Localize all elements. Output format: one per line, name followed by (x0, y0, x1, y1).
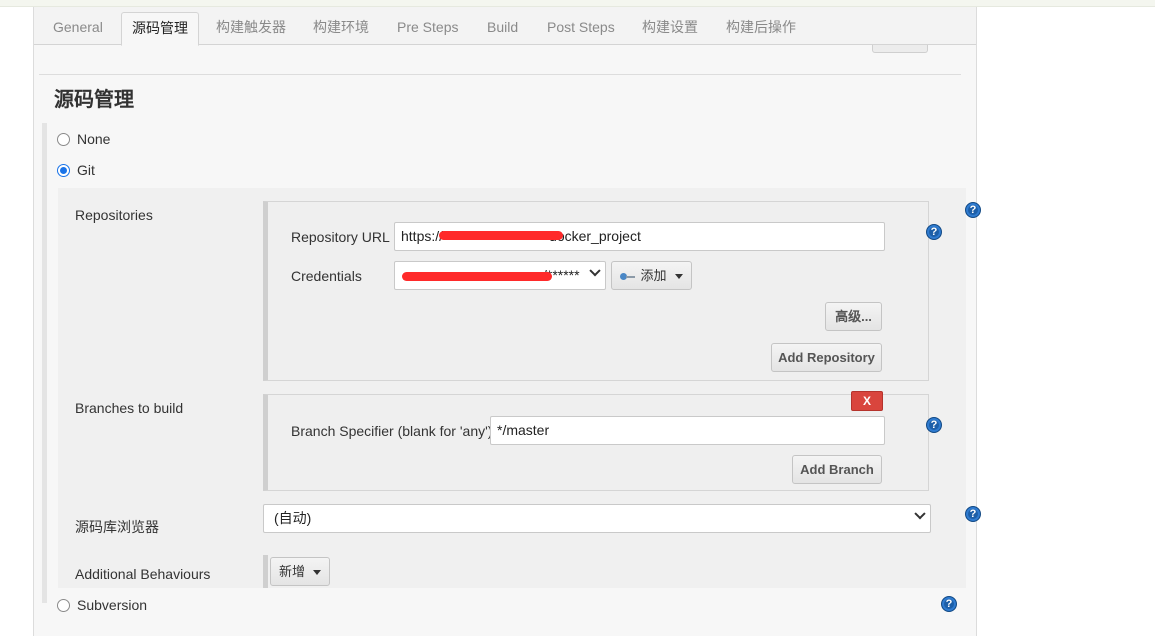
add-credentials-label: 添加 (640, 268, 667, 283)
caret-down-icon (313, 570, 321, 576)
caret-down-icon (674, 274, 683, 280)
repository-url-value: https:// (401, 228, 444, 244)
radio-subversion-label: Subversion (77, 597, 148, 613)
scm-option-git[interactable]: Git (57, 162, 95, 178)
tab-general[interactable]: General (43, 12, 113, 46)
tab-build-settings[interactable]: 构建设置 (632, 12, 708, 46)
add-credentials-button[interactable]: 添加 (611, 261, 692, 290)
partial-button[interactable] (872, 45, 928, 53)
repository-browser-select[interactable]: (自动) (263, 504, 931, 533)
repositories-help-icon[interactable]: ? (965, 202, 981, 218)
repository-url-help-icon[interactable]: ? (926, 224, 942, 240)
tab-build-triggers[interactable]: 构建触发器 (206, 12, 296, 46)
behaviours-group: 新增 (263, 555, 333, 588)
radio-subversion[interactable] (57, 598, 70, 612)
redaction-mark (439, 231, 563, 240)
section-left-bar (42, 123, 47, 603)
scm-option-subversion[interactable]: Subversion (57, 597, 147, 613)
repository-browser-label: 源码库浏览器 (75, 519, 159, 535)
repository-browser-help-icon[interactable]: ? (965, 506, 981, 522)
add-behaviour-label: 新增 (278, 564, 305, 579)
tab-scm[interactable]: 源码管理 (121, 12, 199, 46)
key-icon (620, 272, 636, 281)
delete-branch-button[interactable]: X (851, 391, 883, 411)
tab-bar: General 源码管理 构建触发器 构建环境 Pre Steps Build … (34, 7, 976, 46)
branch-specifier-label: Branch Specifier (blank for 'any') (291, 423, 493, 439)
scm-option-none[interactable]: None (57, 131, 110, 147)
branches-label: Branches to build (75, 400, 184, 416)
config-panel: General 源码管理 构建触发器 构建环境 Pre Steps Build … (33, 7, 981, 636)
tab-post-steps[interactable]: Post Steps (537, 12, 625, 46)
add-branch-button[interactable]: Add Branch (792, 455, 882, 484)
branch-specifier-help-icon[interactable]: ? (926, 417, 942, 433)
git-options: Repositories Repository URL https://dock… (58, 188, 981, 588)
repository-url-label: Repository URL (291, 229, 390, 245)
add-behaviour-button[interactable]: 新增 (270, 557, 330, 586)
tab-post-build-actions[interactable]: 构建后操作 (716, 12, 806, 46)
chevron-down-icon (589, 265, 601, 277)
divider (39, 74, 961, 75)
repository-browser-value: (自动) (274, 510, 312, 526)
subversion-help-icon[interactable]: ? (941, 596, 957, 612)
chevron-down-icon (914, 508, 926, 520)
branch-specifier-input[interactable]: */master (490, 416, 885, 445)
tab-build-environment[interactable]: 构建环境 (303, 12, 379, 46)
repositories-label: Repositories (75, 207, 153, 223)
redaction-mark (402, 272, 552, 281)
tab-pre-steps[interactable]: Pre Steps (387, 12, 468, 46)
advanced-button[interactable]: 高级... (825, 302, 882, 331)
additional-behaviours-label: Additional Behaviours (75, 566, 211, 582)
top-strip (0, 0, 1155, 7)
credentials-label: Credentials (291, 268, 362, 284)
radio-git-label: Git (77, 162, 95, 178)
branch-group: X Branch Specifier (blank for 'any') */m… (263, 391, 929, 491)
tab-build[interactable]: Build (477, 12, 528, 46)
radio-none[interactable] (57, 132, 70, 146)
radio-git[interactable] (57, 163, 70, 177)
repository-group: Repository URL https://docker_project Cr… (263, 201, 929, 381)
add-repository-button[interactable]: Add Repository (771, 343, 882, 372)
section-title: 源码管理 (54, 89, 134, 111)
radio-none-label: None (77, 131, 111, 147)
